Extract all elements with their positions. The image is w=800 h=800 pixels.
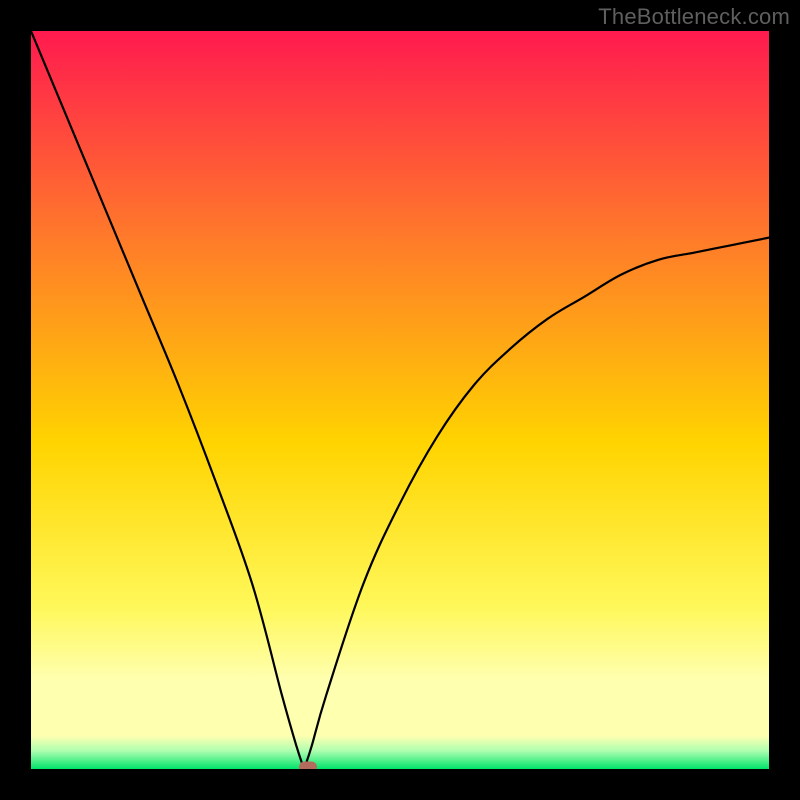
curve-layer (31, 31, 769, 769)
watermark-text: TheBottleneck.com (598, 4, 790, 30)
bottleneck-curve (31, 31, 769, 769)
minimum-marker (299, 761, 317, 769)
chart-frame: TheBottleneck.com (0, 0, 800, 800)
plot-area (31, 31, 769, 769)
